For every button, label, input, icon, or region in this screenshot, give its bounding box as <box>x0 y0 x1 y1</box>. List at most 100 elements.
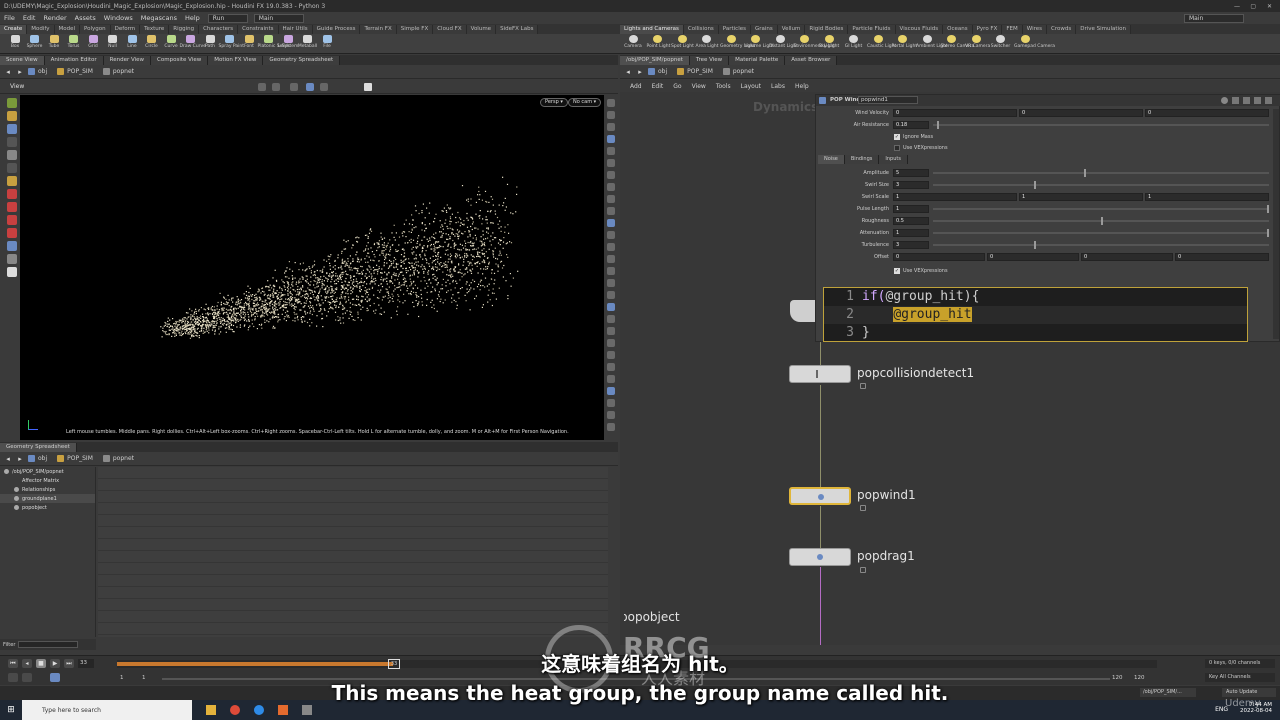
help-icon[interactable] <box>1232 97 1239 104</box>
slider-knob[interactable] <box>1033 181 1036 189</box>
amplitude-slider[interactable] <box>933 169 1269 177</box>
roughness-slider[interactable] <box>933 217 1269 225</box>
tree-relationships[interactable]: Relationships <box>0 485 95 494</box>
range-bar[interactable] <box>162 678 1110 680</box>
play-icon[interactable]: ▶ <box>50 659 60 668</box>
roughness-field[interactable]: 0.5 <box>893 217 929 225</box>
shelf-tool[interactable]: Sky Light <box>818 35 840 53</box>
gear-icon[interactable] <box>1221 97 1228 104</box>
pulse-length-slider[interactable] <box>933 205 1269 213</box>
net-menu-add[interactable]: Add <box>630 83 642 90</box>
pin-icon[interactable] <box>1243 97 1250 104</box>
display-option-icon[interactable] <box>607 195 615 203</box>
tool-icon[interactable] <box>7 267 17 277</box>
maximize-button[interactable]: ▢ <box>1250 3 1256 10</box>
net-menu-labs[interactable]: Labs <box>771 83 785 90</box>
display-option-icon[interactable] <box>607 315 615 323</box>
display-option-icon[interactable] <box>607 375 615 383</box>
windows-start-icon[interactable]: ⊞ <box>0 700 22 720</box>
crumb-obj[interactable]: obj <box>648 68 667 75</box>
display-option-icon[interactable] <box>607 219 615 227</box>
lighting-icon[interactable] <box>290 83 298 91</box>
turbulence-field[interactable]: 3 <box>893 241 929 249</box>
shelf-tab[interactable]: Viscous Fluids <box>895 25 944 34</box>
lock-icon[interactable] <box>860 567 866 573</box>
shelf-tool[interactable]: Geometry Light <box>720 35 755 53</box>
swirl-scale-y[interactable]: 1 <box>1019 193 1143 201</box>
display-option-icon[interactable] <box>607 231 615 239</box>
end-frame[interactable]: 120 <box>1112 675 1123 681</box>
menu-windows[interactable]: Windows <box>104 14 133 22</box>
attenuation-slider[interactable] <box>933 229 1269 237</box>
lock-icon[interactable] <box>860 383 866 389</box>
tool-icon[interactable] <box>7 189 17 199</box>
shelf-tab[interactable]: SideFX Labs <box>496 25 539 34</box>
tool-icon[interactable] <box>7 163 17 173</box>
tree-root[interactable]: /obj/POP_SIM/popnet <box>0 467 95 476</box>
tool-icon[interactable] <box>7 215 17 225</box>
step-back-icon[interactable]: ◂ <box>22 659 32 668</box>
tab-scene-view[interactable]: Scene View <box>0 55 45 65</box>
shading-icon[interactable] <box>306 83 314 91</box>
tool-icon[interactable] <box>7 124 17 134</box>
swirl-scale-x[interactable]: 1 <box>893 193 1017 201</box>
display-option-icon[interactable] <box>607 123 615 131</box>
desktop-dropdown[interactable]: Main <box>253 13 304 23</box>
shelf-tool[interactable]: Ambient Light <box>916 35 948 53</box>
menu-megascans[interactable]: Megascans <box>141 14 177 22</box>
taskbar-search[interactable]: Type here to search <box>22 700 192 720</box>
display-option-icon[interactable] <box>607 327 615 335</box>
shelf-tab[interactable]: Guide Process <box>312 25 361 34</box>
tool-icon[interactable] <box>7 150 17 160</box>
crumb-pop-sim[interactable]: POP_SIM <box>57 68 93 75</box>
display-option-icon[interactable] <box>607 243 615 251</box>
shelf-tool[interactable]: Stereo Camera <box>941 35 974 53</box>
shelf-tab[interactable]: Particle Fluids <box>848 25 896 34</box>
shelf-tool[interactable]: GI Light <box>843 35 865 53</box>
shelf-tool[interactable]: Environment Light <box>794 35 835 53</box>
tree-groundplane[interactable]: groundplane1 <box>0 494 95 503</box>
shelf-tool[interactable]: Volume Light <box>745 35 774 53</box>
slider-knob[interactable] <box>1084 169 1087 177</box>
tab-network[interactable]: /obj/POP_SIM/popnet <box>620 55 690 65</box>
shelf-tab[interactable]: Drive Simulation <box>1076 25 1131 34</box>
net-menu-tools[interactable]: Tools <box>716 83 731 90</box>
viewport[interactable]: Persp ▾ No cam ▾ Left mouse tumbles. Mid… <box>20 95 604 440</box>
slider-knob[interactable] <box>1267 229 1269 237</box>
tree-affector-matrix[interactable]: Affector Matrix <box>0 476 95 485</box>
shelf-tool[interactable]: Gamepad Camera <box>1014 35 1055 53</box>
shelf-tool[interactable]: Portal Light <box>892 35 917 53</box>
crumb-popnet[interactable]: popnet <box>102 68 134 75</box>
shelf-tab[interactable]: Constraints <box>238 25 279 34</box>
key-all-channels-button[interactable]: Key All Channels <box>1205 673 1275 682</box>
crumb-popnet[interactable]: popnet <box>722 68 754 75</box>
tool-icon[interactable] <box>7 202 17 212</box>
ignore-mass-checkbox[interactable]: ✓ <box>894 134 900 140</box>
tab-tree-view[interactable]: Tree View <box>689 55 730 65</box>
net-menu-edit[interactable]: Edit <box>652 83 664 90</box>
display-icon[interactable] <box>320 83 328 91</box>
display-option-icon[interactable] <box>607 303 615 311</box>
use-vex2-checkbox[interactable]: ✓ <box>894 268 900 274</box>
node-name-field[interactable]: popwind1 <box>858 96 918 104</box>
shelf-tab[interactable]: Terrain FX <box>360 25 397 34</box>
display-option-icon[interactable] <box>607 159 615 167</box>
tab-spreadsheet[interactable]: Geometry Spreadsheet <box>0 442 77 452</box>
shelf-tab[interactable]: Pyro FX <box>972 25 1003 34</box>
display-option-icon[interactable] <box>607 423 615 431</box>
display-option-icon[interactable] <box>607 111 615 119</box>
shelf-tab[interactable]: Grains <box>750 25 778 34</box>
shelf-tab[interactable]: Crowds <box>1047 25 1077 34</box>
tool-icon[interactable] <box>7 228 17 238</box>
start-frame[interactable]: 1 <box>120 675 124 681</box>
crumb-obj[interactable]: obj <box>28 68 47 75</box>
shelf-tool[interactable]: Switcher <box>990 35 1012 53</box>
tree-popobject[interactable]: popobject <box>0 503 95 512</box>
minimize-button[interactable]: — <box>1234 3 1240 10</box>
forward-icon[interactable]: ▸ <box>16 455 24 463</box>
merge-node[interactable] <box>790 300 816 322</box>
chrome-icon[interactable] <box>230 705 240 715</box>
display-option-icon[interactable] <box>607 267 615 275</box>
houdini-icon[interactable] <box>278 705 288 715</box>
display-option-icon[interactable] <box>607 291 615 299</box>
